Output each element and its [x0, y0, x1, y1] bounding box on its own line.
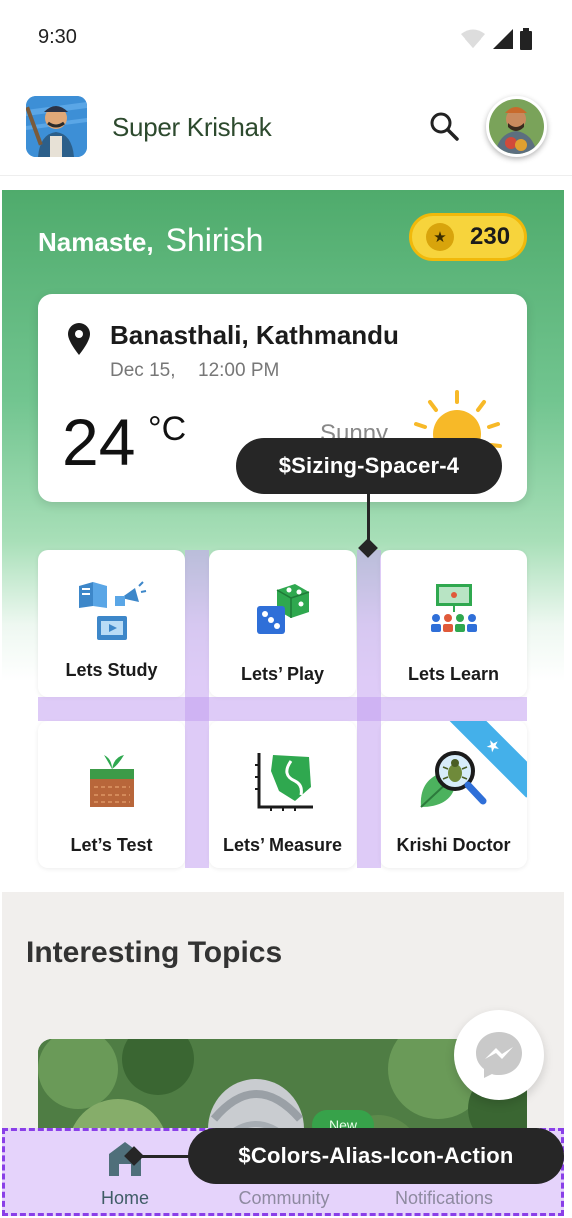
annotation-connector: [367, 486, 370, 544]
study-icon: [78, 581, 146, 640]
greeting-hello: Namaste,: [38, 227, 154, 257]
weather-time: 12:00 PM: [198, 360, 280, 381]
annotation-connector: [136, 1155, 192, 1158]
greeting: Namaste, Shirish: [38, 222, 263, 259]
tile-lets-learn[interactable]: Lets Learn: [380, 550, 527, 697]
icon-action-annotation-label: $Colors-Alias-Icon-Action: [188, 1128, 564, 1184]
tile-label: Lets Study: [65, 660, 158, 680]
tile-label: Lets Learn: [407, 664, 500, 684]
location-pin-icon: [68, 323, 90, 355]
topics-title: Interesting Topics: [26, 936, 283, 969]
star-coin-icon: ★: [426, 223, 454, 251]
messenger-icon: [476, 1032, 522, 1078]
nav-label-community: Community: [238, 1188, 330, 1208]
search-button[interactable]: [426, 108, 462, 144]
weather-temperature: 24: [62, 405, 136, 479]
plant-doctor-icon: [419, 751, 486, 808]
spacer-highlight-row: [38, 697, 527, 721]
status-time: 9:30: [38, 26, 77, 48]
avatar[interactable]: [486, 96, 547, 157]
tile-lets-play[interactable]: Lets’ Play: [209, 550, 356, 697]
tile-label: Let’s Test: [70, 835, 153, 855]
tile-label: Lets’ Play: [240, 664, 325, 684]
battery-icon: [520, 28, 532, 50]
status-bar: 9:30: [0, 0, 572, 78]
search-icon: [430, 112, 459, 141]
wifi-icon: [461, 29, 485, 48]
greeting-name: Shirish: [165, 222, 264, 258]
status-icons: [460, 28, 532, 50]
weather-location: Banasthali, Kathmandu: [110, 320, 399, 350]
coins-count: 230: [470, 223, 511, 250]
soil-test-icon: [89, 755, 134, 807]
messenger-button[interactable]: [454, 1010, 544, 1100]
nav-home[interactable]: Home: [50, 1136, 200, 1214]
tile-lets-test[interactable]: Let’s Test: [38, 721, 185, 868]
signal-icon: [493, 29, 513, 49]
tile-lets-study[interactable]: Lets Study: [38, 550, 185, 697]
app-logo[interactable]: [26, 96, 87, 157]
tile-lets-measure[interactable]: Lets’ Measure: [209, 721, 356, 868]
weather-date: Dec 15,: [110, 360, 176, 381]
app-bar: Super Krishak: [0, 78, 572, 176]
coins-badge[interactable]: ★ 230: [409, 213, 527, 261]
tile-label: Lets’ Measure: [222, 835, 343, 855]
spacer-annotation-label: $Sizing-Spacer-4: [236, 438, 502, 494]
nav-label-home: Home: [100, 1188, 149, 1208]
nav-label-notifications: Notifications: [394, 1188, 494, 1208]
tile-krishi-doctor[interactable]: ★ Krishi Doctor: [380, 721, 527, 868]
tile-label: Krishi Doctor: [396, 835, 511, 855]
classroom-icon: [430, 584, 477, 632]
app-title: Super Krishak: [112, 112, 272, 142]
land-measure-icon: [254, 753, 313, 811]
weather-unit: °C: [148, 410, 187, 448]
dice-icon: [256, 584, 309, 634]
